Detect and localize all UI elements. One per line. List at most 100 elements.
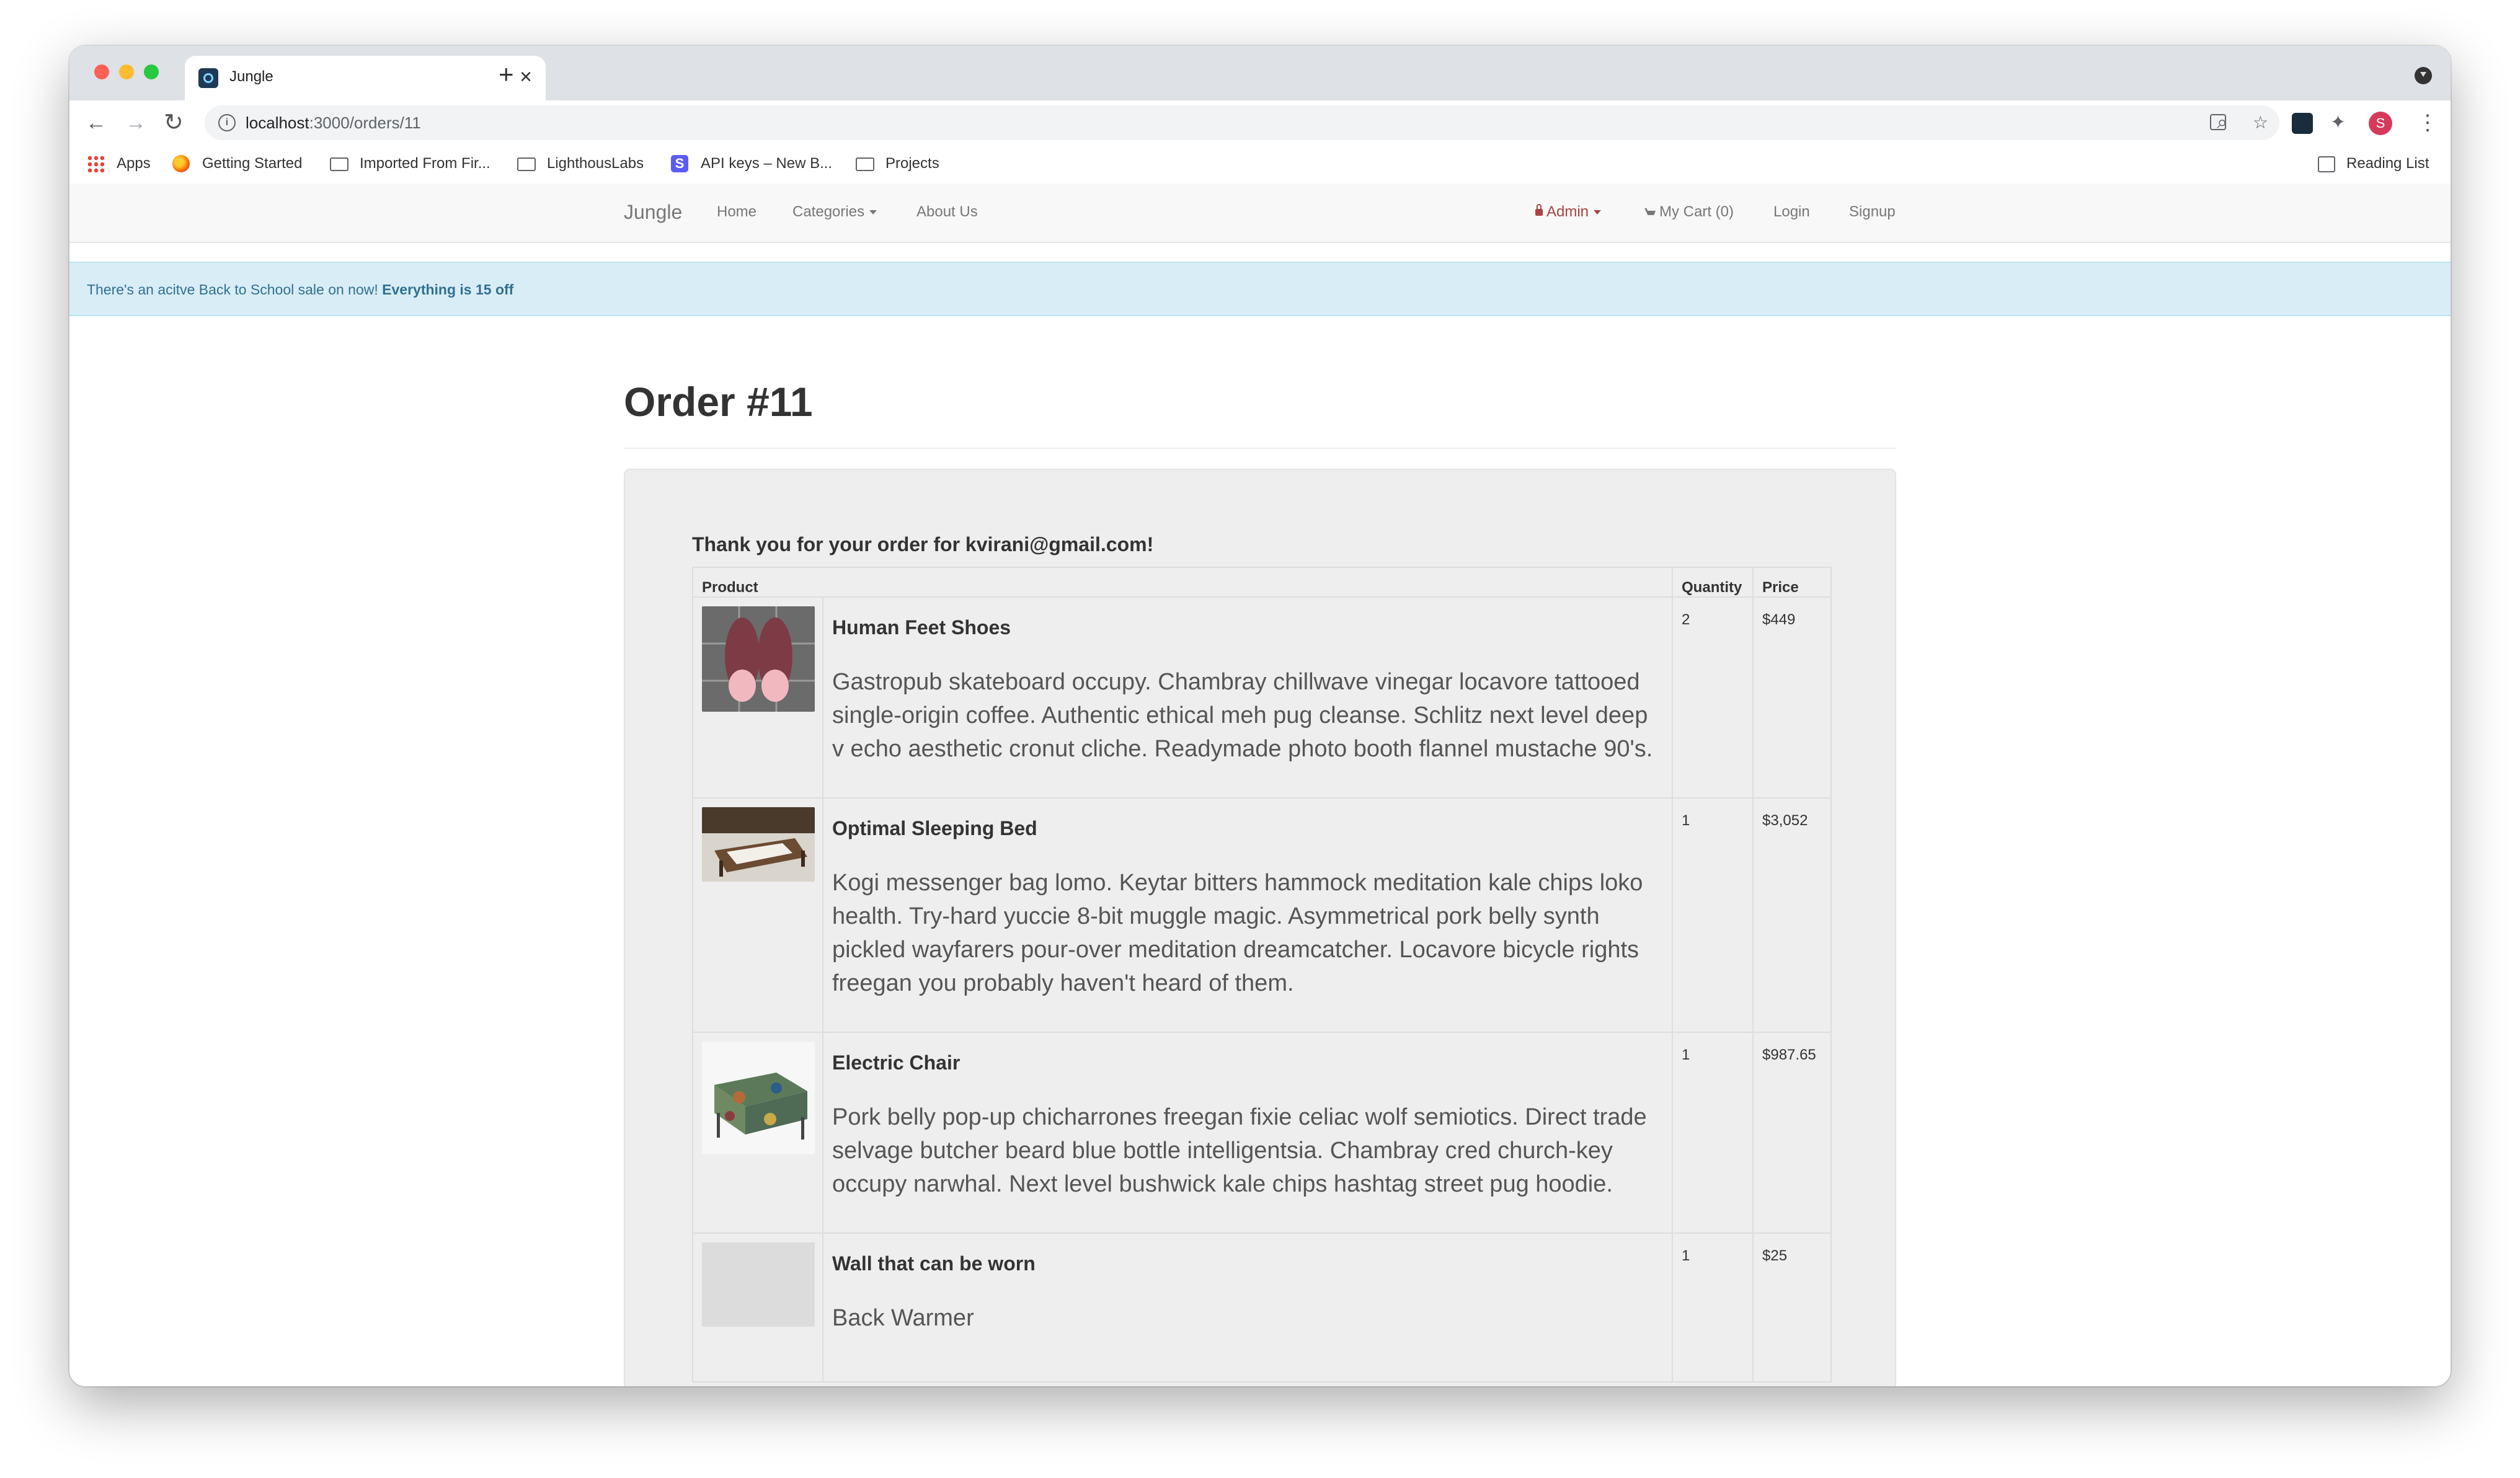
forward-arrow-icon[interactable]: → (125, 107, 146, 139)
nav-home[interactable]: Home (717, 203, 756, 221)
bookmark-apps[interactable]: Apps (117, 155, 151, 172)
product-quantity: 1 (1672, 1032, 1754, 1234)
menu-dots-icon[interactable]: ⋮ (2417, 110, 2438, 135)
apps-grid-icon (87, 155, 104, 172)
product-description: Gastropub skateboard occupy. Chambray ch… (832, 669, 1653, 762)
url-text[interactable]: localhost:3000/orders/11 (246, 113, 421, 133)
alert-message: There's an acitve Back to School sale on… (87, 281, 378, 298)
table-row: Wall that can be worn Back Warmer 1 $25 (692, 1232, 1832, 1383)
nav-categories[interactable]: Categories (792, 203, 877, 221)
firefox-icon (172, 155, 190, 172)
product-name: Electric Chair (832, 1051, 961, 1074)
bookmark-lighthouslabs[interactable]: LighthousLabs (547, 155, 644, 172)
card-icon[interactable] (2210, 114, 2226, 130)
folder-icon (856, 157, 874, 171)
folder-icon (330, 157, 348, 171)
lock-icon (1535, 204, 1543, 216)
product-quantity: 2 (1672, 596, 1754, 799)
browser-window: Jungle × + ← → ↻ i localhost:3000/orders… (69, 46, 2451, 1386)
bookmarks-bar: Apps Getting Started Imported From Fir..… (69, 145, 2451, 185)
folder-icon (517, 157, 536, 171)
web-page: Jungle Home Categories About Us Admin My… (69, 184, 2451, 1386)
product-quantity: 1 (1672, 1232, 1754, 1383)
reading-list[interactable]: Reading List (2346, 155, 2429, 172)
product-price: $449 (1752, 596, 1832, 799)
product-image-cell (692, 596, 823, 799)
alert-emphasis: Everything is 15 off (382, 281, 514, 298)
column-header-price: Price (1752, 567, 1832, 598)
nav-about[interactable]: About Us (916, 203, 978, 221)
chevron-down-icon (1594, 210, 1602, 215)
product-image-electric-chair (702, 1042, 815, 1154)
product-name: Wall that can be worn (832, 1252, 1036, 1275)
product-details-cell: Electric Chair Pork belly pop-up chichar… (822, 1032, 1674, 1234)
table-header-row: Product Quantity Price (691, 567, 1832, 598)
column-header-quantity: Quantity (1672, 567, 1754, 598)
bookmark-api-keys[interactable]: API keys – New B... (701, 155, 832, 172)
extension-icon[interactable] (2292, 113, 2313, 134)
nav-signup[interactable]: Signup (1849, 203, 1896, 221)
product-name: Optimal Sleeping Bed (832, 817, 1037, 839)
brand-link[interactable]: Jungle (624, 201, 682, 224)
product-details-cell: Human Feet Shoes Gastropub skateboard oc… (822, 596, 1674, 799)
chevron-down-icon (869, 210, 877, 215)
nav-admin-label: Admin (1546, 203, 1589, 220)
tab-search-icon[interactable] (2415, 67, 2432, 84)
puzzle-icon[interactable]: ✦ (2330, 113, 2346, 133)
product-description: Back Warmer (832, 1305, 974, 1331)
info-icon[interactable]: i (218, 114, 236, 131)
url-path: :3000/orders/11 (309, 113, 421, 132)
product-price: $25 (1752, 1232, 1832, 1383)
tab-title: Jungle (229, 68, 273, 85)
thank-you-message: Thank you for your order for kvirani@gma… (692, 533, 1154, 555)
product-description: Pork belly pop-up chicharrones freegan f… (832, 1104, 1647, 1197)
product-image-cell (692, 1032, 823, 1234)
url-host: localhost (246, 113, 309, 132)
bookmark-projects[interactable]: Projects (885, 155, 939, 172)
product-image-sleeping-bed (702, 807, 815, 882)
table-row: Human Feet Shoes Gastropub skateboard oc… (692, 596, 1832, 799)
sale-alert: There's an acitve Back to School sale on… (69, 262, 2451, 316)
star-icon[interactable]: ☆ (2253, 113, 2268, 133)
browser-tab[interactable]: Jungle × (185, 56, 546, 100)
bookmark-getting-started[interactable]: Getting Started (202, 155, 302, 172)
tab-strip: Jungle × + (69, 46, 2451, 100)
product-price: $3,052 (1752, 797, 1832, 1033)
sale-alert-text: There's an acitve Back to School sale on… (87, 281, 513, 298)
product-image-feet-shoes (702, 606, 815, 712)
address-bar[interactable]: i localhost:3000/orders/11 ⌕ ☆ (205, 105, 2279, 140)
divider (624, 448, 1896, 449)
tab-favicon-icon (198, 68, 218, 88)
nav-cart-label: My Cart (0) (1659, 203, 1734, 220)
close-window-button[interactable] (94, 64, 109, 79)
table-row: Optimal Sleeping Bed Kogi messenger bag … (692, 797, 1832, 1033)
cart-icon (1644, 208, 1656, 215)
avatar[interactable]: S (2369, 112, 2392, 135)
minimize-window-button[interactable] (119, 64, 134, 79)
reload-icon[interactable]: ↻ (164, 107, 184, 139)
maximize-window-button[interactable] (144, 64, 159, 79)
product-quantity: 1 (1672, 797, 1754, 1033)
bookmark-imported[interactable]: Imported From Fir... (360, 155, 490, 172)
product-image-cell (692, 797, 823, 1033)
product-name: Human Feet Shoes (832, 616, 1011, 639)
order-table: Product Quantity Price Human Feet Shoes … (691, 567, 1832, 1383)
order-panel: Thank you for your order for kvirani@gma… (624, 469, 1896, 1386)
site-navbar: Jungle Home Categories About Us Admin My… (69, 184, 2451, 243)
product-details-cell: Wall that can be worn Back Warmer (822, 1232, 1674, 1383)
browser-toolbar: ← → ↻ i localhost:3000/orders/11 ⌕ ☆ ✦ S… (69, 100, 2451, 145)
close-icon[interactable]: × (520, 64, 532, 89)
product-details-cell: Optimal Sleeping Bed Kogi messenger bag … (822, 797, 1674, 1033)
product-description: Kogi messenger bag lomo. Keytar bitters … (832, 870, 1643, 996)
nav-admin[interactable]: Admin (1535, 203, 1602, 221)
nav-cart[interactable]: My Cart (0) (1644, 203, 1734, 221)
product-image-cell (692, 1232, 823, 1383)
nav-login[interactable]: Login (1773, 203, 1810, 221)
reading-list-icon (2318, 156, 2335, 172)
plus-icon[interactable]: + (499, 61, 514, 88)
product-image-placeholder (702, 1242, 815, 1327)
nav-categories-label: Categories (792, 203, 865, 220)
browser-chrome: Jungle × + ← → ↻ i localhost:3000/orders… (69, 46, 2451, 185)
back-arrow-icon[interactable]: ← (86, 107, 107, 139)
stripe-icon: S (671, 155, 688, 172)
